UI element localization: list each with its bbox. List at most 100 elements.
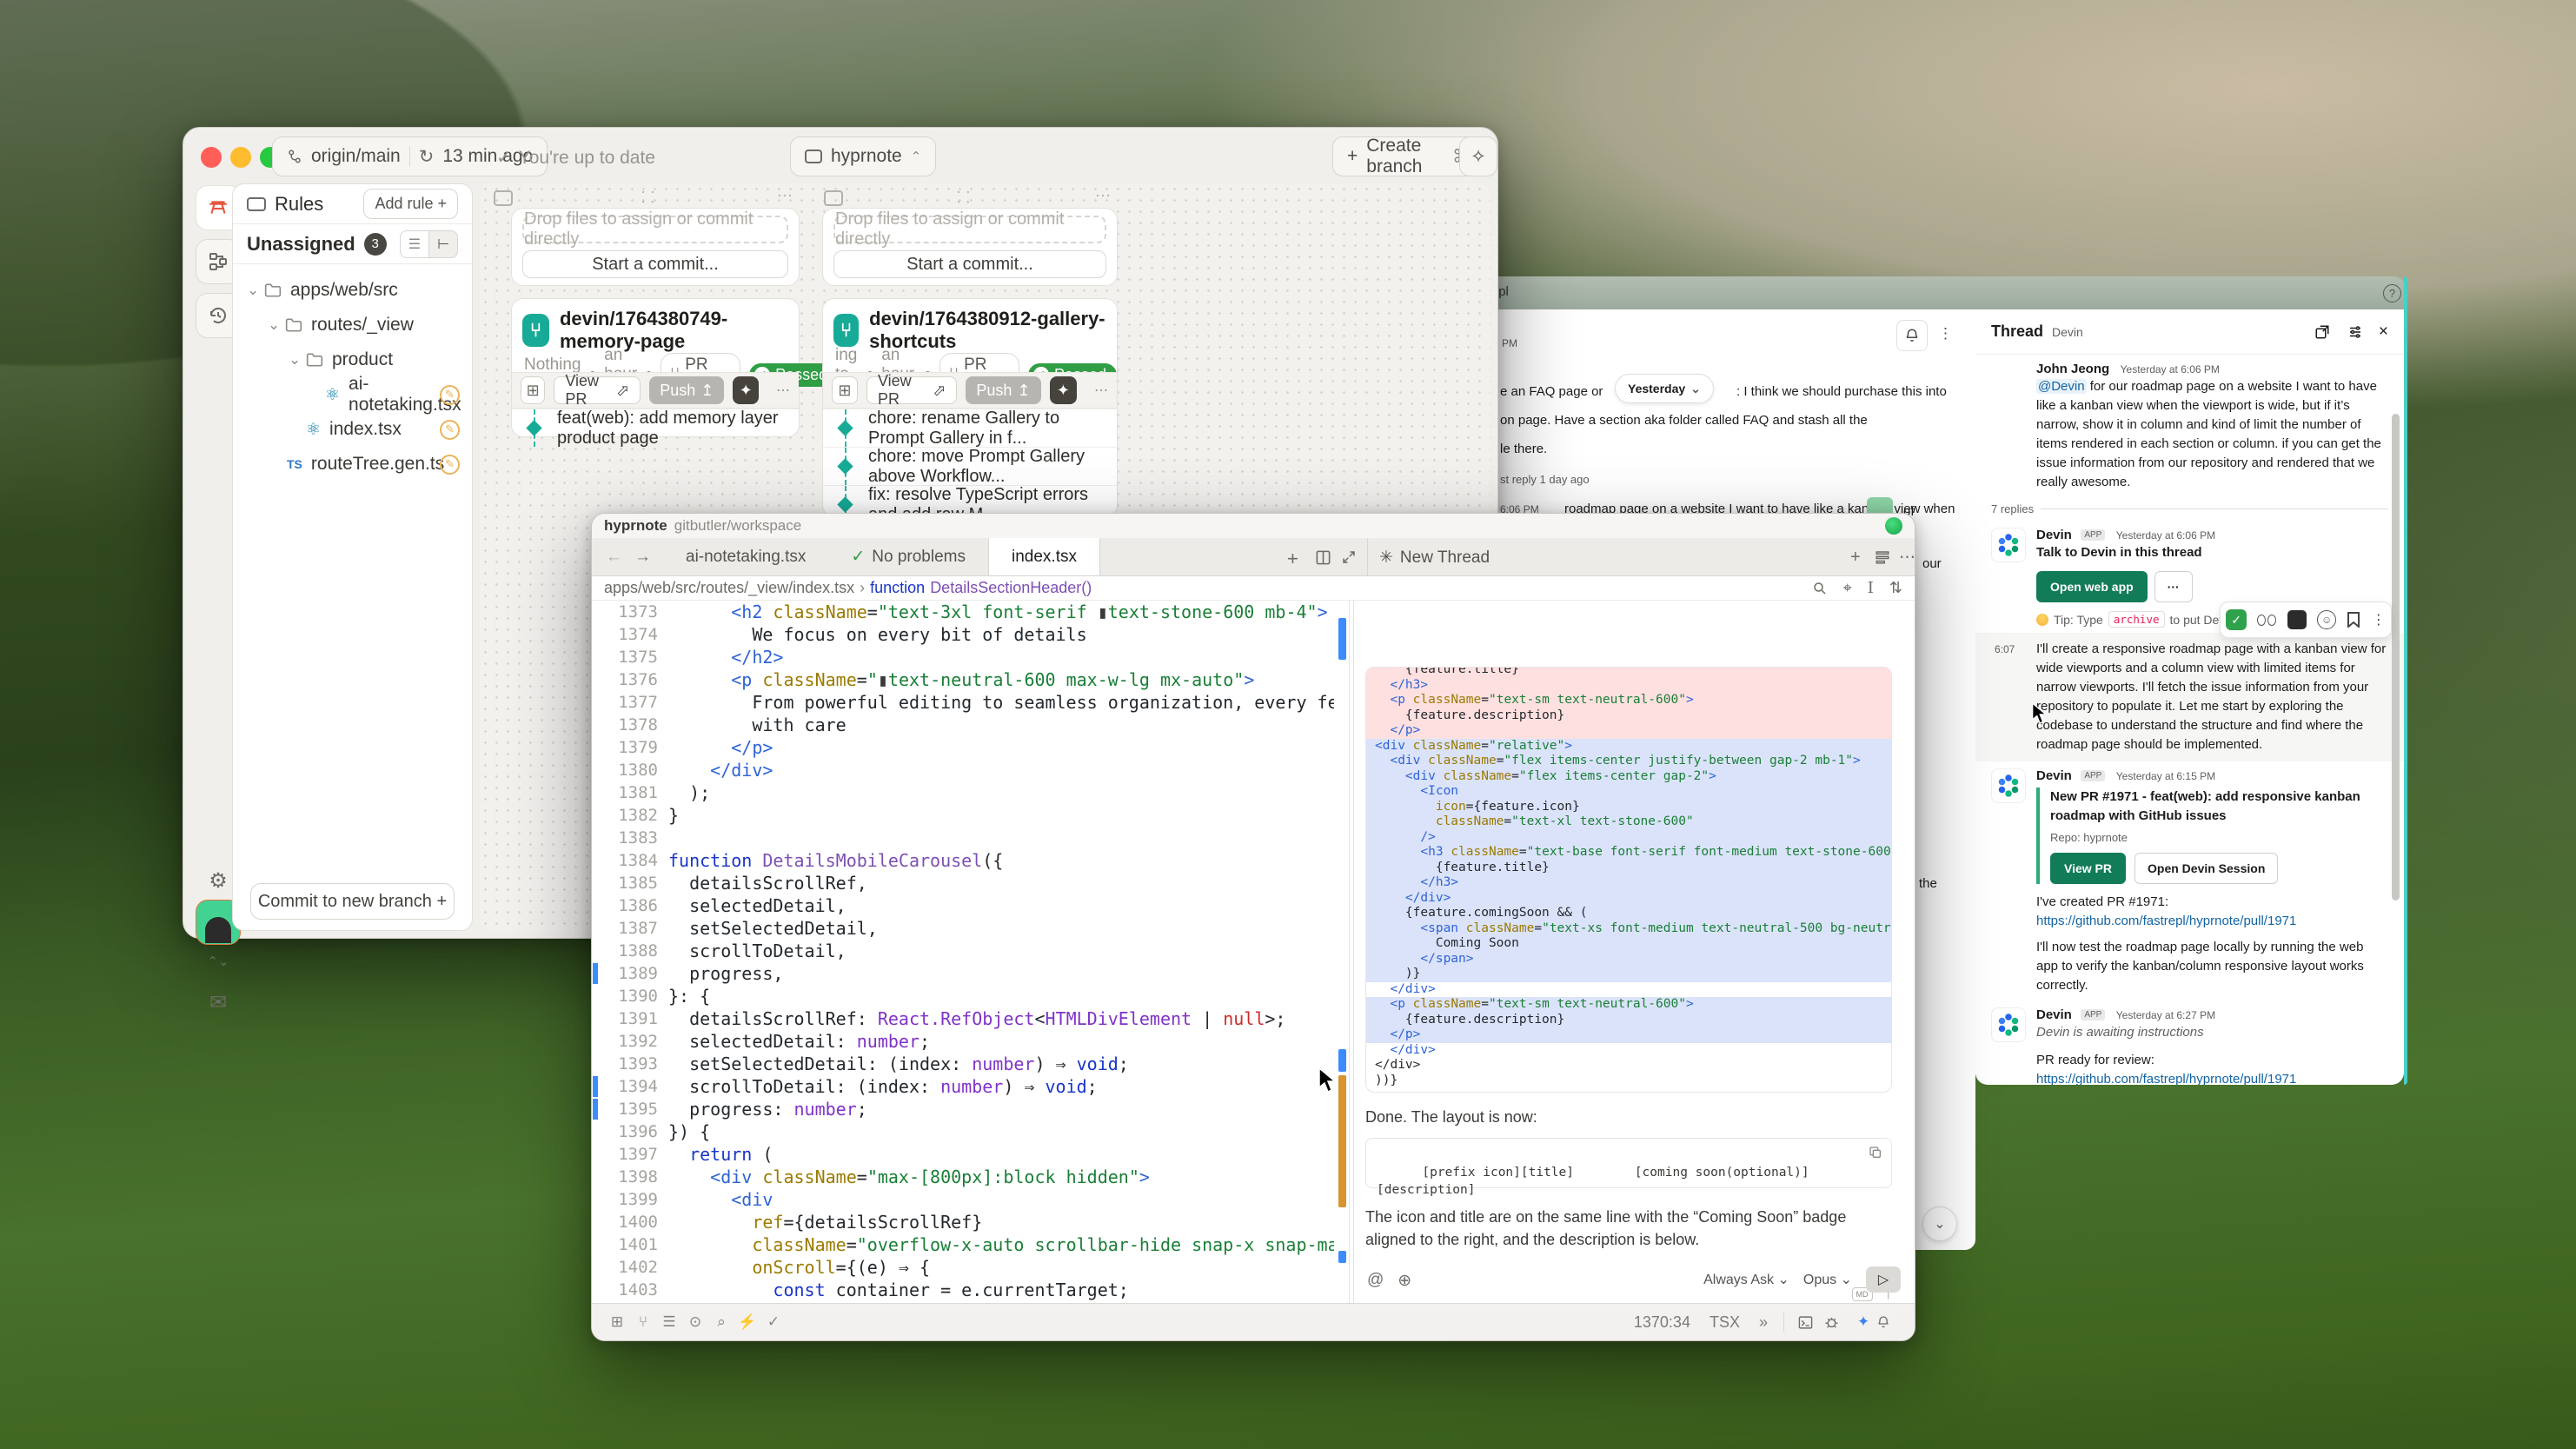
view-pr-button[interactable]: View PR bbox=[2050, 853, 2126, 884]
project-switcher[interactable]: hyprnote ⌃ bbox=[790, 136, 936, 176]
message-actions-toolbar[interactable]: ✓ ☺ ⋮ bbox=[2220, 602, 2392, 638]
tab-ai-notetaking[interactable]: ai-notetaking.tsx bbox=[663, 538, 828, 575]
code-line[interactable]: 1383 bbox=[592, 827, 1334, 849]
model-select[interactable]: Opus ⌄ bbox=[1803, 1271, 1852, 1288]
review-comment-button[interactable]: ⊞ bbox=[832, 376, 858, 404]
push-button[interactable]: Push↥ bbox=[649, 376, 724, 404]
ai-sparkle-icon[interactable]: ✦ bbox=[1850, 1313, 1876, 1331]
ai-actions-button[interactable]: ✦ bbox=[1050, 376, 1077, 404]
collab-icon[interactable]: ⊙ bbox=[682, 1313, 708, 1331]
view-pr-button[interactable]: View PR⬀ bbox=[554, 376, 641, 404]
code-line[interactable]: 1401 className="overflow-x-auto scrollba… bbox=[592, 1233, 1334, 1256]
help-icon[interactable]: ? bbox=[2383, 284, 2401, 302]
open-web-app-button[interactable]: Open web app bbox=[2036, 571, 2148, 602]
author-name[interactable]: Devin bbox=[2036, 768, 2072, 783]
add-rule-button[interactable]: Add rule + bbox=[363, 189, 458, 219]
view-pr-button[interactable]: View PR⬀ bbox=[866, 376, 957, 404]
breadcrumb[interactable]: apps/web/src/routes/_view/index.tsx › fu… bbox=[592, 576, 1915, 601]
jump-to-latest-icon[interactable]: ⌄ bbox=[1922, 1206, 1957, 1241]
pr-link[interactable]: https://github.com/fastrepl/hyprnote/pul… bbox=[2036, 912, 2388, 931]
notifications-bell-icon[interactable] bbox=[1896, 320, 1928, 351]
review-comment-button[interactable]: ⊞ bbox=[521, 376, 545, 404]
panel-history-icon[interactable] bbox=[1875, 549, 1890, 565]
code-line[interactable]: 1394 scrollToDetail: (index: number) ⇒ v… bbox=[592, 1075, 1334, 1098]
text-cursor-icon[interactable]: I bbox=[1868, 579, 1874, 597]
author-name[interactable]: John Jeong bbox=[2036, 362, 2109, 376]
code-line[interactable]: 1390}: { bbox=[592, 985, 1334, 1007]
code-line[interactable]: 1376 <p className="▮text-neutral-600 max… bbox=[592, 668, 1334, 691]
tree-view-toggle[interactable]: ⊢ bbox=[429, 230, 458, 258]
mention[interactable]: @Devin bbox=[2036, 379, 2087, 394]
collapse-rail-icon[interactable]: ⌃⌄ bbox=[196, 948, 241, 974]
commit-to-new-branch-button[interactable]: Commit to new branch + bbox=[250, 883, 455, 920]
code-line[interactable]: 1377 From powerful editing to seamless o… bbox=[592, 691, 1334, 714]
nav-back-icon[interactable]: ← bbox=[592, 538, 631, 575]
outline-icon[interactable]: ☰ bbox=[656, 1313, 682, 1331]
code-line[interactable]: 1385 detailsScrollRef, bbox=[592, 872, 1334, 894]
commit-row[interactable]: chore: rename Gallery to Prompt Gallery … bbox=[823, 409, 1117, 447]
open-devin-session-button[interactable]: Open Devin Session bbox=[2134, 853, 2278, 884]
cursor-tool-icon[interactable]: ⌖ bbox=[1843, 579, 1852, 597]
author-name[interactable]: Devin bbox=[2036, 528, 2072, 542]
date-pill[interactable]: Yesterday⌄ bbox=[1615, 374, 1714, 403]
thread-settings-icon[interactable] bbox=[2347, 324, 2363, 340]
code-line[interactable]: 1381 ); bbox=[592, 781, 1334, 804]
cursor-position[interactable]: 1370:34 bbox=[1634, 1313, 1690, 1332]
compare-icon[interactable]: ⇅ bbox=[1889, 579, 1902, 597]
new-tab-icon[interactable]: + bbox=[1287, 548, 1298, 570]
thread-reply-link[interactable]: st reply 1 day ago bbox=[1500, 473, 1590, 486]
drag-handle-icon[interactable]: ⸬ bbox=[641, 187, 654, 208]
code-line[interactable]: 1389 progress, bbox=[592, 962, 1334, 985]
code-line[interactable]: 1374 We focus on every bit of details bbox=[592, 623, 1334, 646]
git-branch-icon[interactable]: ⑂ bbox=[630, 1313, 656, 1331]
code-line[interactable]: 1386 selectedDetail, bbox=[592, 894, 1334, 917]
code-line[interactable]: 1402 onScroll={(e) ⇒ { bbox=[592, 1256, 1334, 1279]
thread-scrollbar[interactable] bbox=[2392, 414, 2400, 901]
code-line[interactable]: 1382} bbox=[592, 804, 1334, 827]
expand-icon[interactable] bbox=[1341, 549, 1357, 565]
lane-menu-icon[interactable]: ⋯ bbox=[1095, 187, 1111, 205]
ai-actions-button[interactable]: ✦ bbox=[733, 376, 759, 404]
send-button[interactable]: ▷ bbox=[1866, 1266, 1901, 1293]
split-editor-icon[interactable] bbox=[1315, 549, 1331, 566]
code-line[interactable]: 1395 progress: number; bbox=[592, 1098, 1334, 1120]
list-view-toggle[interactable]: ☰ bbox=[400, 230, 429, 258]
gitbutler-titlebar[interactable]: origin/main ↻ 13 min ago ✓You're up to d… bbox=[183, 128, 1497, 178]
code-line[interactable]: 1391 detailsScrollRef: React.RefObject<H… bbox=[592, 1007, 1334, 1030]
zap-icon[interactable]: ⚡ bbox=[734, 1313, 760, 1331]
minimize-traffic-light[interactable] bbox=[230, 147, 251, 168]
check-reaction-icon[interactable]: ✓ bbox=[2226, 609, 2247, 630]
code-scrollbar[interactable] bbox=[1336, 601, 1350, 1303]
panel-menu-icon[interactable]: ⋯ bbox=[1899, 548, 1915, 568]
pr-link[interactable]: https://github.com/fastrepl/hyprnote/pul… bbox=[2036, 1070, 2388, 1085]
search-icon[interactable]: ⌕ bbox=[708, 1313, 734, 1331]
start-commit-button[interactable]: Start a commit... bbox=[833, 250, 1106, 278]
code-line[interactable]: 1380 </div> bbox=[592, 759, 1334, 781]
tree-file[interactable]: ⚛ ai-notetaking.tsx ✎ bbox=[233, 377, 472, 412]
code-line[interactable]: 1387 setSelectedDetail, bbox=[592, 917, 1334, 940]
eyes-reaction-icon[interactable] bbox=[2257, 615, 2276, 626]
tree-file[interactable]: TS routeTree.gen.ts ✎ bbox=[233, 447, 472, 482]
search-icon[interactable] bbox=[1812, 581, 1828, 596]
feedback-mail-icon[interactable]: ✉ bbox=[196, 980, 241, 1025]
permission-mode-select[interactable]: Always Ask ⌄ bbox=[1703, 1271, 1789, 1288]
ai-sparkle-button[interactable]: ✧ bbox=[1459, 136, 1497, 176]
drop-files-zone[interactable]: Drop files to assign or commit directly bbox=[833, 216, 1106, 243]
push-button[interactable]: Push↥ bbox=[966, 376, 1040, 404]
code-line[interactable]: 1375 </h2> bbox=[592, 646, 1334, 668]
code-line[interactable]: 1379 </p> bbox=[592, 736, 1334, 759]
code-line[interactable]: 1373 <h2 className="text-3xl font-serif … bbox=[592, 601, 1334, 623]
branch-menu-icon[interactable]: ⋯ bbox=[1094, 382, 1108, 399]
code-editor[interactable]: 1373 <h2 className="text-3xl font-serif … bbox=[592, 601, 1334, 1303]
code-line[interactable]: 1397 return ( bbox=[592, 1143, 1334, 1166]
code-line[interactable]: 1398 <div className="max-[800px]:block h… bbox=[592, 1166, 1334, 1188]
language-mode[interactable]: TSX bbox=[1710, 1313, 1740, 1332]
lane-menu-icon[interactable]: ⋯ bbox=[777, 187, 793, 205]
panel-toggle-icon[interactable] bbox=[494, 190, 513, 206]
close-icon[interactable]: × bbox=[2379, 322, 2388, 342]
terminal-icon[interactable] bbox=[1798, 1315, 1824, 1330]
author-name[interactable]: Devin bbox=[2036, 1007, 2072, 1022]
layout-grid-icon[interactable]: ⊞ bbox=[604, 1313, 630, 1331]
fold-icon[interactable]: » bbox=[1759, 1313, 1768, 1332]
add-reaction-icon[interactable]: ☺ bbox=[2317, 610, 2336, 629]
